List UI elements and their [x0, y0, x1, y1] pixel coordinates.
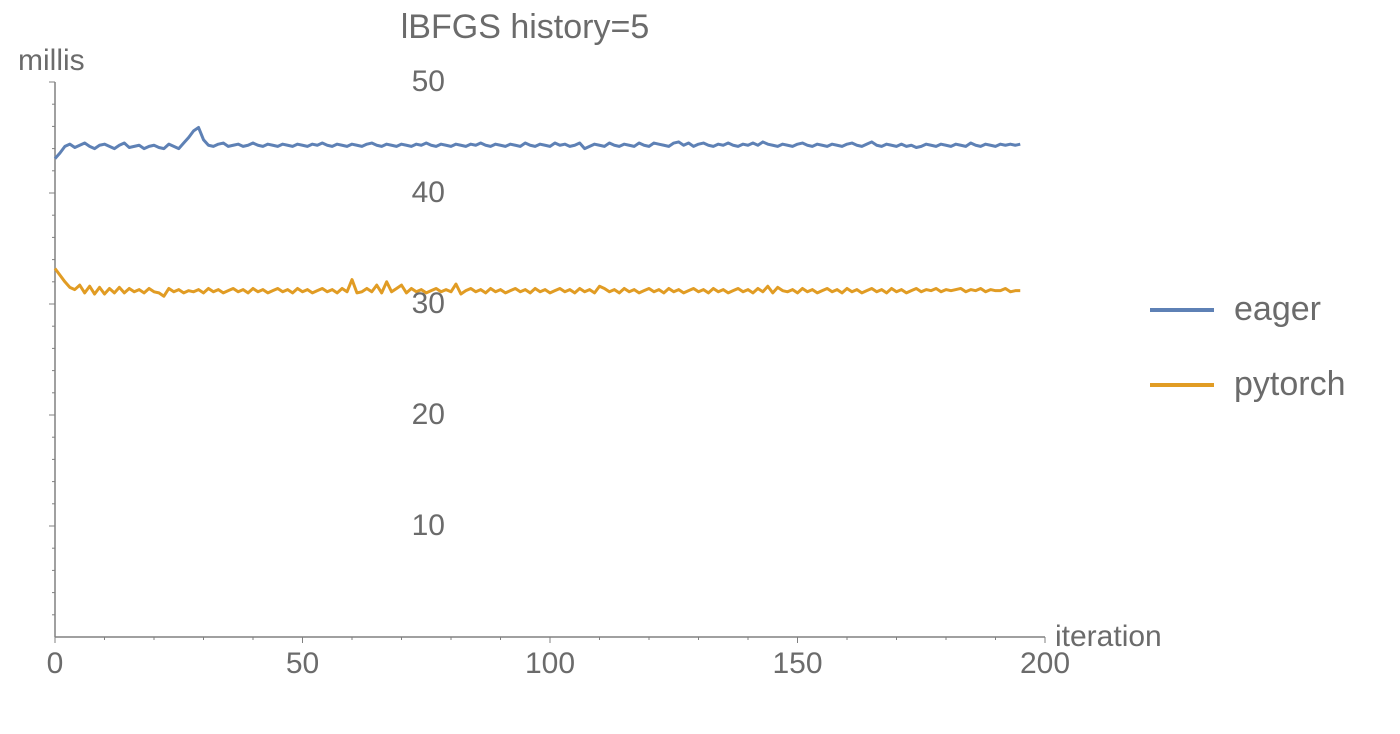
y-tick-label: 20	[45, 398, 445, 432]
x-tick-label: 150	[772, 647, 822, 681]
legend-swatch	[1150, 308, 1214, 312]
x-tick-label: 100	[525, 647, 575, 681]
chart-title: lBFGS history=5	[0, 8, 1050, 47]
legend-swatch	[1150, 383, 1214, 387]
legend: eager pytorch	[1150, 290, 1346, 404]
y-tick-label: 30	[45, 287, 445, 321]
plot-area	[55, 82, 1045, 662]
legend-row-pytorch: pytorch	[1150, 365, 1346, 404]
legend-label: eager	[1234, 290, 1321, 329]
x-tick-label: 200	[1020, 647, 1070, 681]
chart-container: lBFGS history=5 millis iteration 1020304…	[0, 0, 1400, 734]
legend-row-eager: eager	[1150, 290, 1346, 329]
x-tick-label: 0	[47, 647, 64, 681]
x-axis-label: iteration	[1055, 620, 1162, 654]
plot-svg	[55, 82, 1045, 662]
x-tick-label: 50	[286, 647, 319, 681]
y-tick-label: 10	[45, 509, 445, 543]
series-eager	[55, 128, 1020, 159]
legend-label: pytorch	[1234, 365, 1346, 404]
y-tick-label: 50	[45, 65, 445, 99]
y-tick-label: 40	[45, 176, 445, 210]
